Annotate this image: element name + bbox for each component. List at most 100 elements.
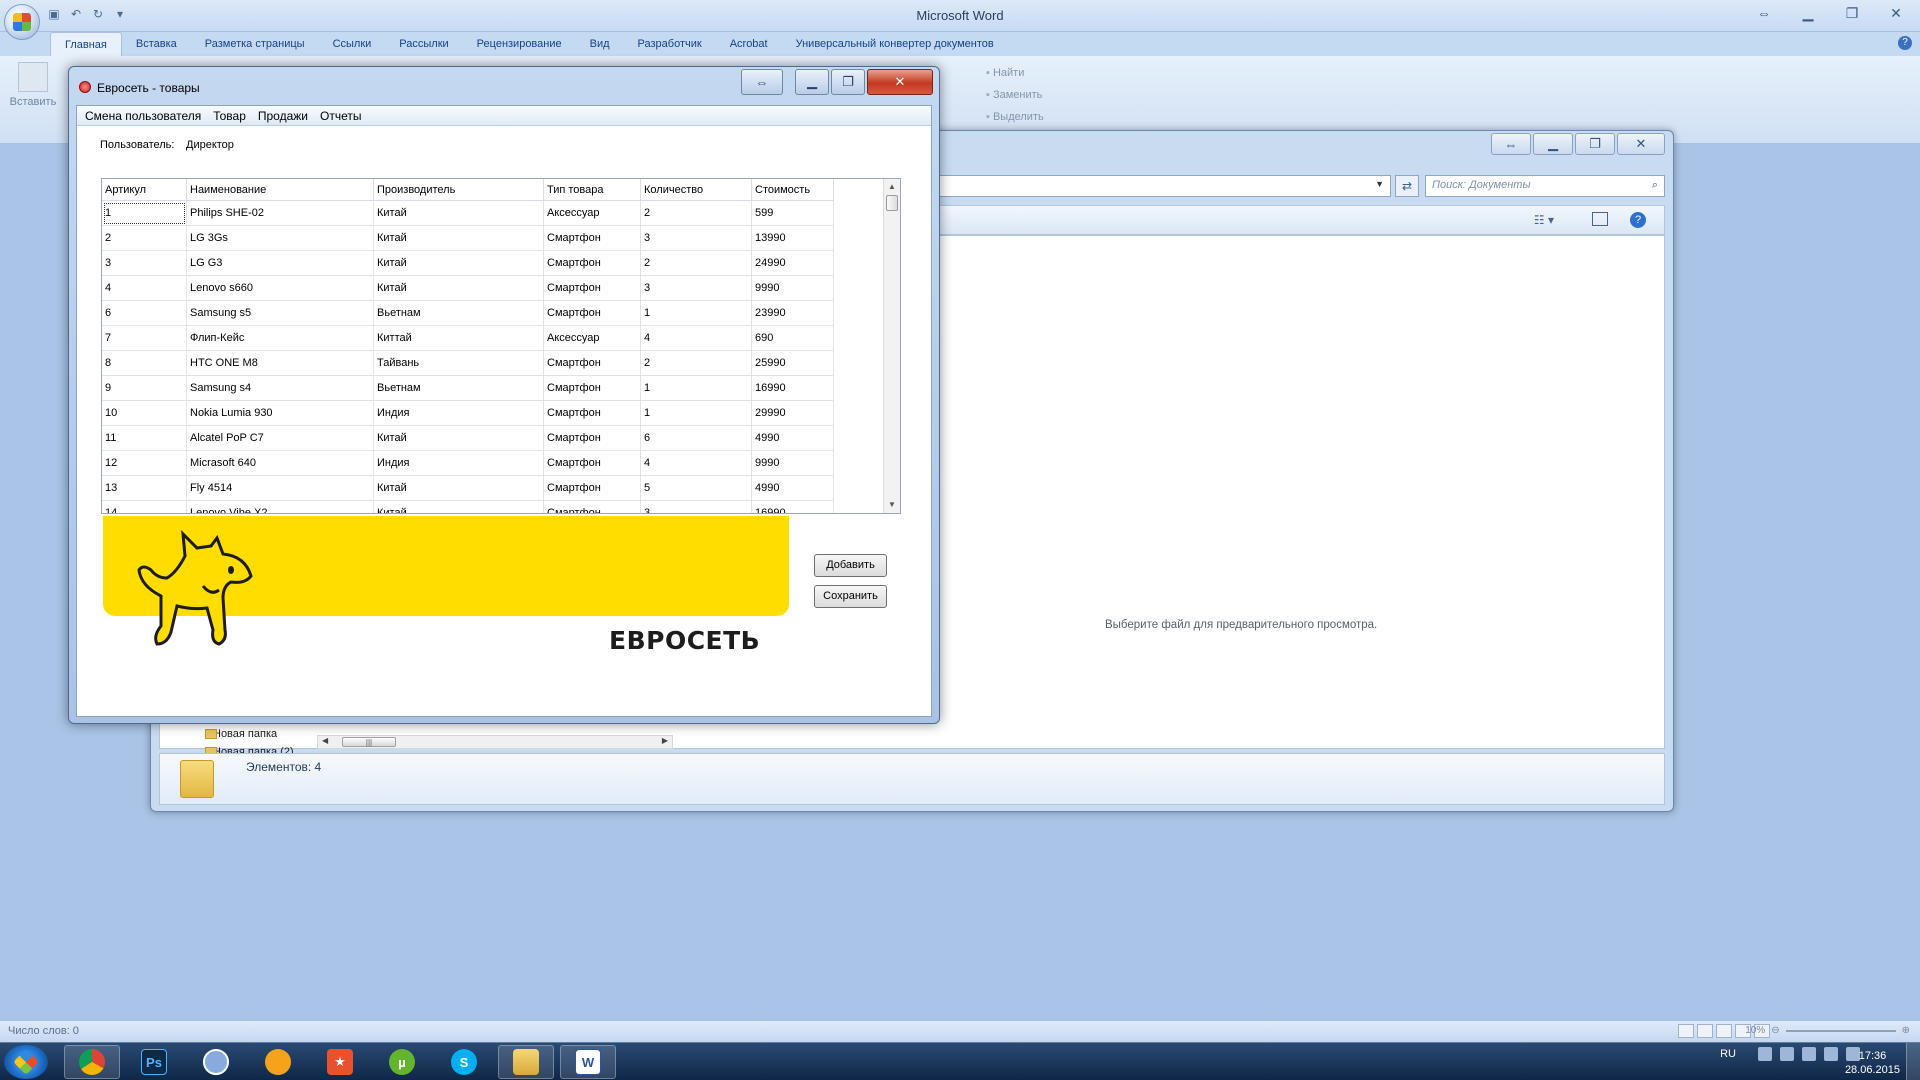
tab-review[interactable]: Рецензирование: [463, 32, 576, 56]
table-row[interactable]: 1 Philips SHE-02 Китай Аксессуар 2 599: [102, 201, 834, 226]
cell-type[interactable]: Смартфон: [544, 476, 641, 501]
scroll-down-icon[interactable]: ▼: [884, 497, 900, 513]
menu-product[interactable]: Товар: [207, 106, 252, 125]
refresh-icon[interactable]: ⇄: [1395, 175, 1419, 197]
cell-type[interactable]: Смартфон: [544, 276, 641, 301]
cell-price[interactable]: 24990: [752, 251, 834, 276]
cell-name[interactable]: Флип-Кейс: [187, 326, 374, 351]
cell-name[interactable]: Fly 4514: [187, 476, 374, 501]
cell-price[interactable]: 4990: [752, 426, 834, 451]
cell-manufacturer[interactable]: Киттай: [374, 326, 544, 351]
tab-converter[interactable]: Универсальный конвертер документов: [782, 32, 1008, 56]
taskbar-qip[interactable]: [250, 1045, 306, 1079]
redo-icon[interactable]: ↻: [90, 6, 106, 22]
menu-sales[interactable]: Продажи: [252, 106, 314, 125]
cell-price[interactable]: 9990: [752, 276, 834, 301]
cell-manufacturer[interactable]: Вьетнам: [374, 301, 544, 326]
customize-qat-icon[interactable]: ▾: [112, 6, 128, 22]
close-icon[interactable]: ✕: [1876, 0, 1916, 26]
horizontal-scrollbar[interactable]: ◀ ||| ▶: [317, 735, 673, 749]
tab-home[interactable]: Главная: [50, 32, 122, 56]
taskbar-photoshop[interactable]: Ps: [126, 1045, 182, 1079]
clock[interactable]: 17:36 28.06.2015: [1845, 1049, 1900, 1077]
cell-quantity[interactable]: 6: [641, 426, 752, 451]
cell-name[interactable]: LG G3: [187, 251, 374, 276]
cell-manufacturer[interactable]: Китай: [374, 476, 544, 501]
cell-type[interactable]: Смартфон: [544, 426, 641, 451]
cell-name[interactable]: Nokia Lumia 930: [187, 401, 374, 426]
cell-name[interactable]: LG 3Gs: [187, 226, 374, 251]
cell-price[interactable]: 599: [752, 201, 834, 226]
cell-article[interactable]: 10: [102, 401, 187, 426]
search-icon[interactable]: ⌕: [1652, 179, 1658, 192]
start-button[interactable]: [4, 1045, 48, 1079]
column-header-price[interactable]: Стоимость: [752, 179, 834, 201]
cell-type[interactable]: Смартфон: [544, 226, 641, 251]
cell-manufacturer[interactable]: Китай: [374, 226, 544, 251]
maximize-icon[interactable]: ❐: [1832, 0, 1872, 26]
cell-name[interactable]: Samsung s5: [187, 301, 374, 326]
table-row[interactable]: 4 Lenovo s660 Китай Смартфон 3 9990: [102, 276, 834, 301]
cell-article[interactable]: 12: [102, 451, 187, 476]
vertical-scrollbar[interactable]: ▲ ▼: [883, 179, 900, 513]
tab-acrobat[interactable]: Acrobat: [716, 32, 782, 56]
cell-quantity[interactable]: 4: [641, 451, 752, 476]
taskbar-utorrent[interactable]: µ: [374, 1045, 430, 1079]
cell-article[interactable]: 11: [102, 426, 187, 451]
cell-quantity[interactable]: 3: [641, 276, 752, 301]
show-desktop-button[interactable]: [1906, 1043, 1920, 1080]
cell-price[interactable]: 25990: [752, 351, 834, 376]
undo-icon[interactable]: ↶: [68, 6, 84, 22]
table-row[interactable]: 12 Micrasoft 640 Индия Смартфон 4 9990: [102, 451, 834, 476]
taskbar-chrome[interactable]: [64, 1045, 120, 1079]
cell-article[interactable]: 8: [102, 351, 187, 376]
cell-type[interactable]: Смартфон: [544, 301, 641, 326]
cell-name[interactable]: Alcatel PoP C7: [187, 426, 374, 451]
cell-quantity[interactable]: 2: [641, 251, 752, 276]
column-header-quantity[interactable]: Количество: [641, 179, 752, 201]
taskbar-skype[interactable]: S: [436, 1045, 492, 1079]
cell-type[interactable]: Смартфон: [544, 251, 641, 276]
column-header-manufacturer[interactable]: Производитель: [374, 179, 544, 201]
cell-type[interactable]: Аксессуар: [544, 326, 641, 351]
table-row[interactable]: 10 Nokia Lumia 930 Индия Смартфон 1 29990: [102, 401, 834, 426]
maximize-icon[interactable]: ❐: [831, 69, 865, 95]
cell-quantity[interactable]: 1: [641, 301, 752, 326]
taskbar-app[interactable]: [188, 1045, 244, 1079]
close-icon[interactable]: ✕: [867, 69, 933, 95]
table-row[interactable]: 8 HTC ONE M8 Тайвань Смартфон 2 25990: [102, 351, 834, 376]
taskbar-explorer[interactable]: [498, 1045, 554, 1079]
table-row[interactable]: 6 Samsung s5 Вьетнам Смартфон 1 23990: [102, 301, 834, 326]
cell-name[interactable]: Philips SHE-02: [187, 201, 374, 226]
cell-quantity[interactable]: 5: [641, 476, 752, 501]
search-input[interactable]: Поиск: Документы ⌕: [1425, 175, 1665, 197]
volume-icon[interactable]: [1824, 1047, 1838, 1061]
taskbar-word[interactable]: W: [560, 1045, 616, 1079]
cell-manufacturer[interactable]: Китай: [374, 276, 544, 301]
table-row[interactable]: 3 LG G3 Китай Смартфон 2 24990: [102, 251, 834, 276]
restore-icon[interactable]: ⇔: [1491, 133, 1531, 155]
cell-quantity[interactable]: 2: [641, 351, 752, 376]
menu-change-user[interactable]: Смена пользователя: [79, 106, 207, 125]
scroll-thumb[interactable]: [886, 195, 898, 211]
signal-icon[interactable]: [1802, 1047, 1816, 1061]
column-header-type[interactable]: Тип товара: [544, 179, 641, 201]
cell-article[interactable]: 9: [102, 376, 187, 401]
replace-button[interactable]: Заменить: [986, 84, 1044, 106]
cell-manufacturer[interactable]: Вьетнам: [374, 376, 544, 401]
cell-price[interactable]: 9990: [752, 451, 834, 476]
cell-name[interactable]: HTC ONE M8: [187, 351, 374, 376]
maximize-icon[interactable]: ❐: [1575, 133, 1615, 155]
zoom-in-icon[interactable]: ⊕: [1902, 1025, 1910, 1036]
scroll-left-icon[interactable]: ◀: [322, 736, 328, 745]
help-icon[interactable]: ?: [1898, 36, 1912, 50]
cell-price[interactable]: 29990: [752, 401, 834, 426]
cell-quantity[interactable]: 3: [641, 226, 752, 251]
cell-price[interactable]: 16990: [752, 376, 834, 401]
zoom-slider[interactable]: [1785, 1029, 1896, 1032]
cell-quantity[interactable]: 1: [641, 376, 752, 401]
find-button[interactable]: Найти: [986, 62, 1044, 84]
cell-name[interactable]: Lenovo Vibe X2: [187, 501, 374, 513]
web-layout-icon[interactable]: [1716, 1024, 1732, 1038]
add-button[interactable]: Добавить: [814, 554, 887, 577]
